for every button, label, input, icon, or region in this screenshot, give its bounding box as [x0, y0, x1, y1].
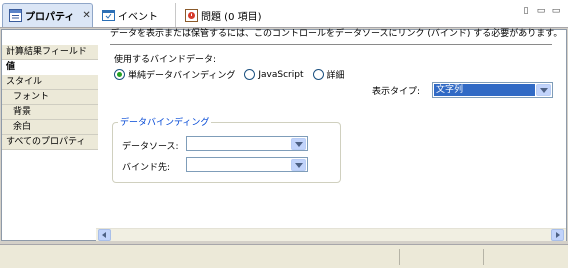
- display-type-select[interactable]: 文字列: [432, 82, 553, 98]
- datasource-label: データソース:: [122, 142, 179, 152]
- radio-simple-binding-label: 単純データバインディング: [128, 71, 236, 81]
- display-type-value: 文字列: [434, 84, 535, 96]
- bindto-select[interactable]: [186, 157, 308, 172]
- tab-close-icon[interactable]: ✕: [82, 10, 90, 21]
- events-icon: [102, 9, 115, 22]
- nav-item-all-properties[interactable]: すべてのプロパティ: [2, 135, 98, 150]
- tab-properties[interactable]: プロパティ ✕: [2, 3, 93, 27]
- radio-javascript-label: JavaScript: [258, 69, 304, 80]
- chevron-down-icon[interactable]: [536, 84, 551, 96]
- tab-properties-label: プロパティ: [25, 12, 75, 23]
- nav-item-background[interactable]: 背景: [2, 105, 98, 120]
- bind-type-radio-group: 単純データバインディング JavaScript 詳細: [114, 68, 354, 81]
- data-binding-group: [112, 122, 341, 183]
- tab-events[interactable]: イベント: [96, 3, 176, 27]
- datasource-select[interactable]: [186, 136, 308, 151]
- chevron-down-icon[interactable]: [291, 138, 306, 150]
- horizontal-scrollbar[interactable]: [96, 228, 566, 241]
- radio-unchecked-icon: [244, 69, 256, 80]
- radio-unchecked-icon: [312, 69, 324, 80]
- value-section: データを表示または保管するには、このコントロールをデータソースにリンク (バイン…: [110, 26, 563, 39]
- radio-advanced-label: 詳細: [326, 71, 345, 81]
- bind-data-label: 使用するバインドデータ:: [114, 55, 217, 65]
- scroll-left-icon[interactable]: [98, 229, 111, 241]
- status-separator: [399, 249, 400, 265]
- chevron-down-icon[interactable]: [291, 159, 306, 171]
- view-tab-bar: プロパティ ✕ イベント 問題 (0 項目) ▯ ▭ ▭: [0, 0, 568, 28]
- nav-item-computed-field[interactable]: 計算結果フィールド: [2, 45, 98, 60]
- status-separator: [483, 249, 484, 265]
- tab-problems-label: 問題 (0 項目): [201, 11, 262, 23]
- binding-description: データを表示または保管するには、このコントロールをデータソースにリンク (バイン…: [110, 29, 563, 39]
- display-type-label: 表示タイプ:: [372, 87, 421, 97]
- view-menu-icon[interactable]: ▯: [520, 6, 532, 16]
- tab-events-label: イベント: [118, 11, 158, 23]
- radio-checked-icon: [114, 69, 125, 80]
- scroll-right-icon[interactable]: [551, 229, 564, 241]
- nav-item-style[interactable]: スタイル: [2, 75, 98, 90]
- bindto-label: バインド先:: [122, 163, 171, 173]
- status-bar: [0, 244, 568, 268]
- description-divider: [110, 44, 552, 45]
- radio-advanced[interactable]: 詳細: [312, 68, 345, 81]
- maximize-icon[interactable]: ▭: [550, 6, 562, 16]
- view-window-controls: ▯ ▭ ▭: [520, 6, 562, 16]
- nav-item-value[interactable]: 値: [2, 60, 98, 75]
- minimize-icon[interactable]: ▭: [535, 6, 547, 16]
- nav-item-font[interactable]: フォント: [2, 90, 98, 105]
- radio-javascript[interactable]: JavaScript: [244, 69, 304, 80]
- problems-icon: [185, 8, 198, 22]
- nav-item-margin[interactable]: 余白: [2, 120, 98, 135]
- data-binding-group-title: データバインディング: [118, 115, 212, 128]
- tab-problems[interactable]: 問題 (0 項目): [179, 3, 289, 27]
- properties-icon: [9, 9, 22, 22]
- property-category-nav: 計算結果フィールド 値 スタイル フォント 背景 余白 すべてのプロパティ: [2, 45, 98, 150]
- radio-simple-binding[interactable]: 単純データバインディング: [114, 68, 235, 81]
